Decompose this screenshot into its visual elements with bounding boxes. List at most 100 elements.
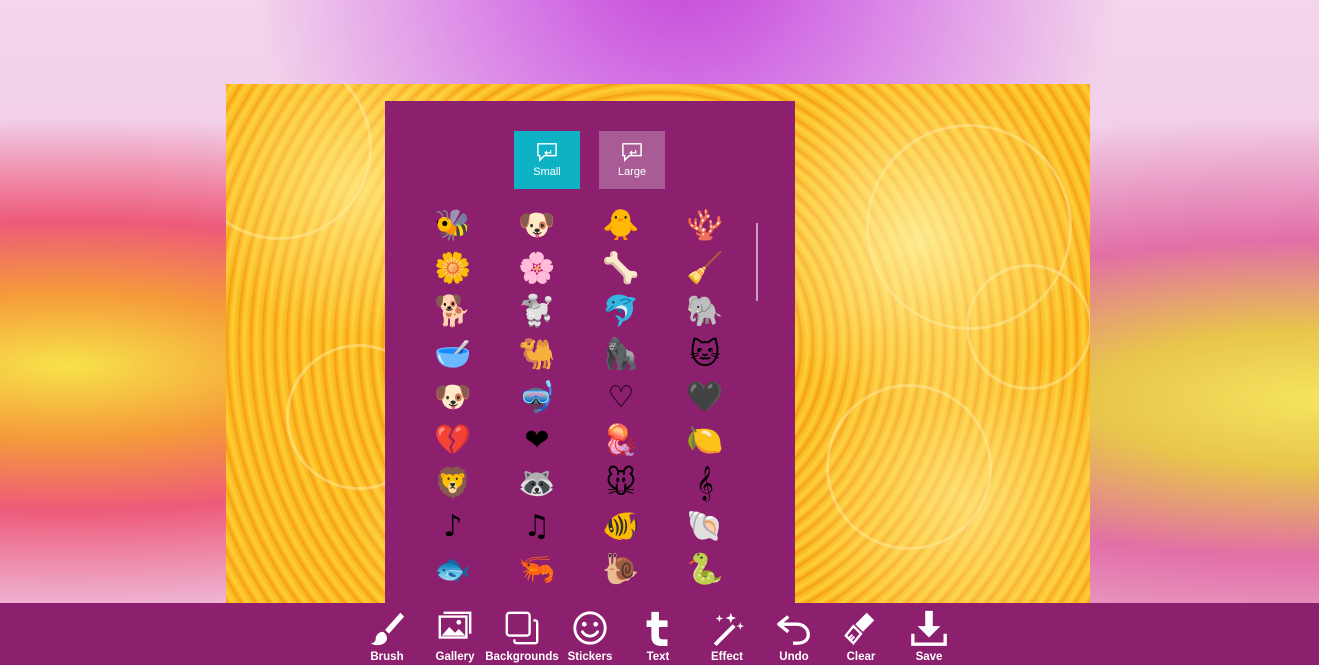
crystal-fish-icon: 🐟	[434, 552, 472, 587]
lint-roller-icon: 🧹	[686, 251, 724, 286]
sticker-snake[interactable]: 🐍	[663, 551, 747, 589]
sleepy-dog-icon: 🐩	[518, 294, 556, 329]
gorilla-icon: 🦍	[602, 337, 640, 372]
backgrounds-label: Backgrounds	[485, 651, 559, 663]
sticker-dog[interactable]: 🐶	[495, 207, 579, 245]
raccoon-icon: 🦝	[518, 466, 556, 501]
sticker-jellyfish[interactable]: 🪼	[579, 422, 663, 460]
mouse-icon: 🐭	[605, 466, 637, 501]
clear-button[interactable]: Clear	[843, 609, 879, 665]
cartoon-dog-icon: 🐶	[434, 380, 472, 415]
undo-label: Undo	[779, 651, 809, 663]
dog-icon: 🐶	[518, 208, 556, 243]
daisy-icon: 🌸	[518, 251, 556, 286]
snorkel-mask-icon: 🤿	[518, 380, 556, 415]
bone-icon: 🦴	[602, 251, 640, 286]
camel-icon: 🐫	[518, 337, 556, 372]
clear-label: Clear	[846, 651, 876, 663]
sticker-grid: 🐝 🐶 🐥 🪸 🌼 🌸 🦴 🧹 🐕 🐩 🐬 🐘 🥣 🐫 🦍 🐱 🐶 🤿 ♡ 🖤 💔 ❤ 🪼 🍋 🦁 🦝 🐭 𝄞 ♪ ♫ 🐠 🐚 🐟 🦐 🐌 🐍	[411, 207, 741, 589]
lion-icon: 🦁	[434, 466, 472, 501]
large-size-label: Large	[617, 166, 647, 178]
red-heart-icon: ❤	[524, 423, 550, 458]
sticker-shrimp[interactable]: 🦐	[495, 551, 579, 589]
chick-icon: 🐥	[602, 208, 640, 243]
sticker-heart-swirl[interactable]: ♡	[579, 379, 663, 417]
text-label: Text	[646, 651, 670, 663]
sticker-eighth-note[interactable]: ♪	[411, 508, 495, 546]
sticker-red-heart[interactable]: ❤	[495, 422, 579, 460]
text-t-icon	[646, 611, 668, 647]
speech-bubble-icon	[622, 143, 642, 162]
sticker-dolphin[interactable]: 🐬	[579, 293, 663, 331]
small-size-button[interactable]: Small	[514, 131, 580, 189]
canvas-pattern	[966, 264, 1090, 390]
sticker-snail[interactable]: 🐌	[579, 551, 663, 589]
bee-icon: 🐝	[434, 208, 472, 243]
stickers-button[interactable]: Stickers	[568, 609, 612, 665]
backgrounds-icon	[505, 611, 539, 645]
cat-icon: 🐱	[689, 337, 721, 372]
sticker-coral[interactable]: 🪸	[663, 207, 747, 245]
download-icon	[911, 610, 947, 646]
effect-label: Effect	[711, 651, 743, 663]
sticker-beamed-notes[interactable]: ♫	[495, 508, 579, 546]
sticker-daisy[interactable]: 🌸	[495, 250, 579, 288]
gallery-button[interactable]: Gallery	[434, 609, 476, 665]
coral-icon: 🪸	[686, 208, 724, 243]
snail-icon: 🐌	[602, 552, 640, 587]
canvas-pattern	[226, 84, 372, 240]
sticker-puppy[interactable]: 🐕	[411, 293, 495, 331]
eighth-note-icon: ♪	[443, 509, 463, 544]
sticker-cat[interactable]: 🐱	[663, 336, 747, 374]
brush-button[interactable]: Brush	[367, 609, 407, 665]
backgrounds-button[interactable]: Backgrounds	[485, 609, 559, 665]
sticker-mouse[interactable]: 🐭	[579, 465, 663, 503]
sticker-gorilla[interactable]: 🦍	[579, 336, 663, 374]
sticker-lion[interactable]: 🦁	[411, 465, 495, 503]
sticker-bone[interactable]: 🦴	[579, 250, 663, 288]
lemon-icon: 🍋	[686, 423, 724, 458]
jellyfish-icon: 🪼	[602, 423, 640, 458]
gallery-icon	[438, 611, 472, 639]
sticker-crystal-fish[interactable]: 🐟	[411, 551, 495, 589]
undo-arrow-icon	[777, 615, 810, 645]
sticker-lemon[interactable]: 🍋	[663, 422, 747, 460]
undo-button[interactable]: Undo	[775, 609, 813, 665]
stickers-label: Stickers	[567, 651, 613, 663]
sticker-dark-heart[interactable]: 🖤	[663, 379, 747, 417]
bottom-toolbar: Brush Gallery Backgrounds Stickers Text	[0, 603, 1319, 665]
sticker-broken-heart[interactable]: 💔	[411, 422, 495, 460]
sticker-orange-flower[interactable]: 🌼	[411, 250, 495, 288]
effect-button[interactable]: Effect	[707, 609, 747, 665]
text-button[interactable]: Text	[640, 609, 676, 665]
sticker-snorkel-mask[interactable]: 🤿	[495, 379, 579, 417]
save-label: Save	[915, 651, 943, 663]
sticker-shell[interactable]: 🐚	[663, 508, 747, 546]
shell-icon: 🐚	[686, 509, 724, 544]
pet-bowl-icon: 🥣	[434, 337, 472, 372]
sticker-cartoon-dog[interactable]: 🐶	[411, 379, 495, 417]
small-size-label: Small	[533, 166, 561, 178]
save-button[interactable]: Save	[908, 609, 950, 665]
sticker-chick[interactable]: 🐥	[579, 207, 663, 245]
orange-flower-icon: 🌼	[434, 251, 472, 286]
sticker-lint-roller[interactable]: 🧹	[663, 250, 747, 288]
sticker-clownfish[interactable]: 🐠	[579, 508, 663, 546]
sticker-camel[interactable]: 🐫	[495, 336, 579, 374]
eraser-broom-icon	[844, 612, 875, 645]
treble-clef-icon: 𝄞	[696, 466, 714, 501]
puppy-icon: 🐕	[434, 294, 472, 329]
sticker-raccoon[interactable]: 🦝	[495, 465, 579, 503]
broken-heart-icon: 💔	[434, 423, 472, 458]
clownfish-icon: 🐠	[602, 509, 640, 544]
sticker-bee[interactable]: 🐝	[411, 207, 495, 245]
sticker-sleepy-dog[interactable]: 🐩	[495, 293, 579, 331]
sticker-scrollbar[interactable]	[756, 223, 758, 301]
brush-icon	[370, 612, 405, 646]
sticker-treble-clef[interactable]: 𝄞	[663, 465, 747, 503]
large-size-button[interactable]: Large	[599, 131, 665, 189]
canvas-pattern	[826, 384, 992, 550]
beamed-notes-icon: ♫	[523, 509, 551, 544]
sticker-elephant[interactable]: 🐘	[663, 293, 747, 331]
sticker-pet-bowl[interactable]: 🥣	[411, 336, 495, 374]
